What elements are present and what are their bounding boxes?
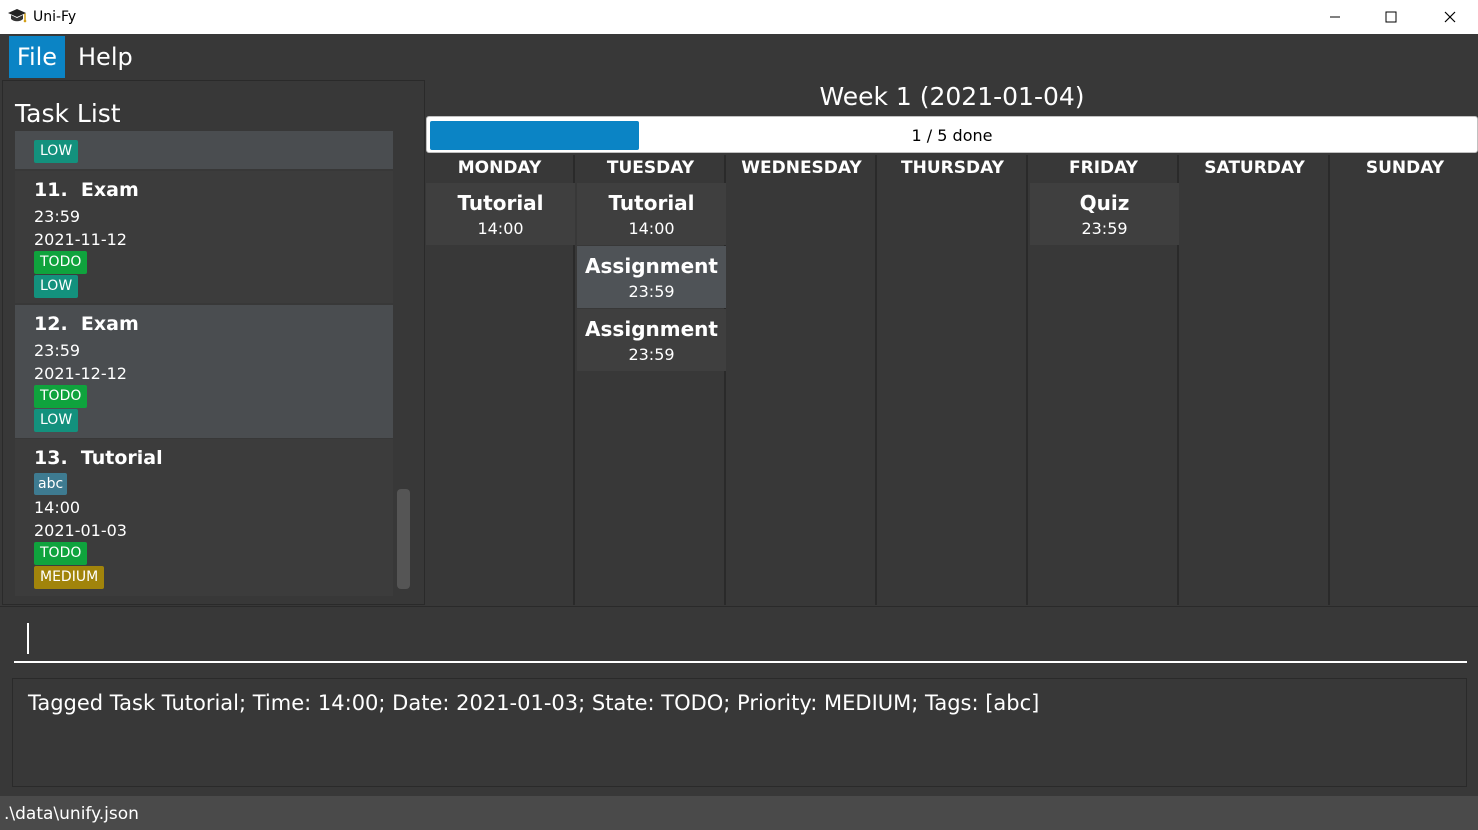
day-column-thursday: THURSDAY	[879, 155, 1028, 605]
task-name: 13. Tutorial	[34, 447, 163, 469]
save-file-path: .\data\unify.json	[4, 804, 139, 824]
task-time: 23:59	[34, 341, 81, 360]
task-time: 23:59	[34, 207, 81, 226]
title-bar: Uni-Fy	[0, 0, 1478, 34]
day-header: FRIDAY	[1069, 158, 1138, 178]
task-date: 2021-01-03	[34, 521, 127, 540]
close-button[interactable]	[1427, 0, 1473, 34]
day-column-wednesday: WEDNESDAY	[728, 155, 877, 605]
window-title: Uni-Fy	[33, 9, 77, 25]
task-name: 11. Exam	[34, 179, 139, 201]
list-item[interactable]: 13. Tutorial abc 14:00 2021-01-03 TODO M…	[15, 439, 393, 596]
day-column-monday: MONDAY Tutorial 14:00	[426, 155, 575, 605]
event-time: 23:59	[628, 282, 675, 301]
status-bar: .\data\unify.json	[0, 796, 1478, 830]
state-badge: TODO	[34, 251, 88, 274]
minimize-icon	[1330, 16, 1340, 18]
event-time: 23:59	[1081, 219, 1128, 238]
event-name: Tutorial	[608, 191, 695, 215]
menu-bar: File Help	[0, 34, 1478, 79]
task-list[interactable]: TODO LOW 11. Exam 23:59 2021-11-12 TODO …	[15, 131, 393, 596]
state-badge: TODO	[34, 385, 88, 408]
text-caret	[27, 623, 29, 654]
progress-bar: 1 / 5 done	[426, 116, 1478, 153]
calendar-event[interactable]: Assignment 23:59	[577, 246, 726, 308]
calendar-event[interactable]: Tutorial 14:00	[426, 183, 575, 245]
day-header: THURSDAY	[901, 158, 1004, 178]
maximize-button[interactable]	[1368, 0, 1414, 34]
command-box	[0, 606, 1478, 670]
day-header: MONDAY	[457, 158, 542, 178]
task-list-title: Task List	[15, 99, 121, 128]
event-name: Assignment	[585, 317, 718, 341]
event-name: Quiz	[1079, 191, 1130, 215]
close-icon	[1444, 11, 1456, 23]
task-date: 2021-12-12	[34, 364, 127, 383]
task-date: 2021-11-12	[34, 230, 127, 249]
state-badge: TODO	[34, 542, 88, 565]
event-time: 14:00	[477, 219, 524, 238]
menu-file[interactable]: File	[9, 36, 65, 78]
priority-badge: MEDIUM	[34, 566, 105, 589]
day-header: SUNDAY	[1365, 158, 1445, 178]
calendar-event[interactable]: Assignment 23:59	[577, 309, 726, 371]
calendar-event[interactable]: Quiz 23:59	[1030, 183, 1179, 245]
priority-badge: LOW	[34, 275, 79, 298]
maximize-icon	[1385, 11, 1397, 23]
list-item[interactable]: 12. Exam 23:59 2021-12-12 TODO LOW	[15, 305, 393, 438]
day-column-saturday: SATURDAY	[1181, 155, 1330, 605]
task-list-panel: Task List TODO LOW 11. Exam 23:59 2021-1…	[2, 80, 425, 605]
week-title: Week 1 (2021-01-04)	[819, 82, 1085, 111]
day-column-tuesday: TUESDAY Tutorial 14:00 Assignment 23:59 …	[577, 155, 726, 605]
day-header: TUESDAY	[606, 158, 695, 178]
progress-text: 1 / 5 done	[911, 126, 993, 145]
event-name: Assignment	[585, 254, 718, 278]
task-time: 14:00	[34, 498, 81, 517]
command-input[interactable]	[14, 617, 1467, 663]
menu-help[interactable]: Help	[68, 36, 143, 78]
result-display: Tagged Task Tutorial; Time: 14:00; Date:…	[12, 678, 1467, 787]
list-item[interactable]: 11. Exam 23:59 2021-11-12 TODO LOW	[15, 171, 393, 303]
tag-badge: abc	[34, 473, 68, 495]
result-text: Tagged Task Tutorial; Time: 14:00; Date:…	[28, 691, 1040, 715]
day-column-friday: FRIDAY Quiz 23:59	[1030, 155, 1179, 605]
scrollbar-thumb[interactable]	[397, 489, 410, 589]
graduation-cap-icon	[7, 7, 27, 25]
task-name: 12. Exam	[34, 313, 139, 335]
calendar-event[interactable]: Tutorial 14:00	[577, 183, 726, 245]
event-time: 14:00	[628, 219, 675, 238]
priority-badge: LOW	[34, 140, 79, 163]
minimize-button[interactable]	[1312, 0, 1358, 34]
event-time: 23:59	[628, 345, 675, 364]
list-item[interactable]: TODO LOW	[15, 131, 393, 169]
day-header: WEDNESDAY	[741, 158, 862, 178]
priority-badge: LOW	[34, 409, 79, 432]
event-name: Tutorial	[457, 191, 544, 215]
day-column-sunday: SUNDAY	[1332, 155, 1478, 605]
day-header: SATURDAY	[1204, 158, 1305, 178]
